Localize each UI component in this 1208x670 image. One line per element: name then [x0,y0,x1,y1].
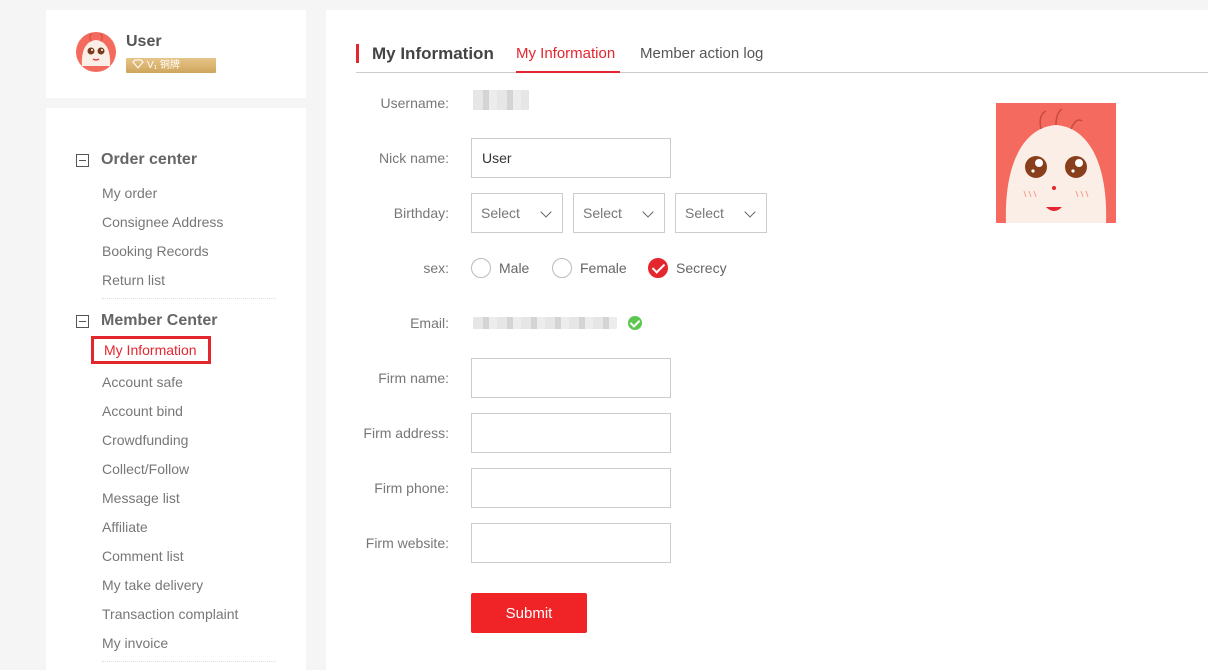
profile-avatar[interactable] [996,103,1116,223]
order-center-group: Order center My order Consignee Address … [76,149,276,299]
sex-row: sex: Male Female Secrecy [326,248,926,288]
active-tab-indicator [516,71,620,73]
order-center-header[interactable]: Order center [76,149,276,171]
sex-radio-secrecy[interactable]: Secrecy [648,258,727,278]
firm-name-input[interactable] [471,358,671,398]
firm-website-row: Firm website: [326,523,926,563]
main-panel: My Information My Information Member act… [326,10,1208,670]
tab-my-information[interactable]: My Information [516,45,615,63]
firm-name-label: Firm name: [378,370,449,386]
sidebar-item-consignee-address[interactable]: Consignee Address [102,213,223,231]
sex-radio-male[interactable]: Male [471,258,529,278]
sidebar-item-crowdfunding[interactable]: Crowdfunding [102,431,188,449]
username-row: Username: [326,83,926,123]
member-center-header[interactable]: Member Center [76,310,276,332]
radio-circle-icon [471,258,491,278]
member-level-badge: V₁ 铜牌 [126,58,216,73]
sidebar-item-message-list[interactable]: Message list [102,489,180,507]
chevron-down-icon [540,206,552,218]
sidebar-item-my-information[interactable]: My Information [91,336,211,364]
user-card: User V₁ 铜牌 [46,10,306,98]
firm-phone-input[interactable] [471,468,671,508]
user-name: User [126,33,162,50]
firm-website-input[interactable] [471,523,671,563]
select-value: Select [685,205,724,221]
username-label: Username: [380,95,449,111]
sidebar-item-account-safe[interactable]: Account safe [102,373,183,391]
firm-address-row: Firm address: [326,413,926,453]
birthday-year-select[interactable]: Select [471,193,563,233]
tab-member-action-log[interactable]: Member action log [640,45,763,63]
sidebar-item-return-list[interactable]: Return list [102,271,165,289]
submit-button[interactable]: Submit [471,593,587,633]
birthday-row: Birthday: Select Select Select [326,193,926,233]
sidebar-item-my-invoice[interactable]: My invoice [102,634,168,652]
sidebar-item-comment-list[interactable]: Comment list [102,547,184,565]
nickname-label: Nick name: [378,150,449,166]
sidebar-item-my-order[interactable]: My order [102,184,157,202]
group-title: Member Center [101,312,218,329]
firm-name-row: Firm name: [326,358,926,398]
sidebar-item-affiliate[interactable]: Affiliate [102,518,148,536]
email-label: Email: [410,315,449,331]
chevron-down-icon [642,206,654,218]
select-value: Select [481,205,520,221]
diamond-icon [132,59,144,69]
select-value: Select [583,205,622,221]
radio-label: Male [499,260,530,276]
firm-phone-label: Firm phone: [374,480,449,496]
page-title: My Information [356,44,494,63]
sidebar-menu: Order center My order Consignee Address … [46,108,306,670]
sidebar-item-collect-follow[interactable]: Collect/Follow [102,460,189,478]
member-center-group: Member Center My Information Account saf… [76,310,276,662]
nickname-input[interactable]: User [471,138,671,178]
firm-phone-row: Firm phone: [326,468,926,508]
divider [102,298,276,299]
radio-label: Female [580,260,627,276]
sex-label: sex: [423,260,449,276]
radio-label: Secrecy [676,260,727,276]
sidebar-item-transaction-complaint[interactable]: Transaction complaint [102,605,238,623]
birthday-month-select[interactable]: Select [573,193,665,233]
check-circle-icon [628,316,642,330]
firm-address-label: Firm address: [363,425,449,441]
radio-circle-icon [552,258,572,278]
birthday-label: Birthday: [393,205,449,221]
minus-square-icon[interactable] [76,314,89,328]
email-redacted [473,317,617,329]
minus-square-icon[interactable] [76,153,89,167]
tab-bar: My Information My Information Member act… [356,40,1208,73]
firm-address-input[interactable] [471,413,671,453]
badge-label: V₁ 铜牌 [147,60,180,71]
divider [102,661,276,662]
sex-radio-female[interactable]: Female [552,258,627,278]
user-avatar[interactable] [76,32,116,72]
email-row: Email: [326,303,926,343]
birthday-day-select[interactable]: Select [675,193,767,233]
firm-website-label: Firm website: [365,535,449,551]
chevron-down-icon [744,206,756,218]
group-title: Order center [101,151,198,168]
check-circle-icon [648,258,668,278]
sidebar-item-booking-records[interactable]: Booking Records [102,242,209,260]
sidebar-item-my-take-delivery[interactable]: My take delivery [102,576,203,594]
sidebar-item-account-bind[interactable]: Account bind [102,402,183,420]
username-redacted [473,90,529,110]
nickname-row: Nick name: User [326,138,926,178]
